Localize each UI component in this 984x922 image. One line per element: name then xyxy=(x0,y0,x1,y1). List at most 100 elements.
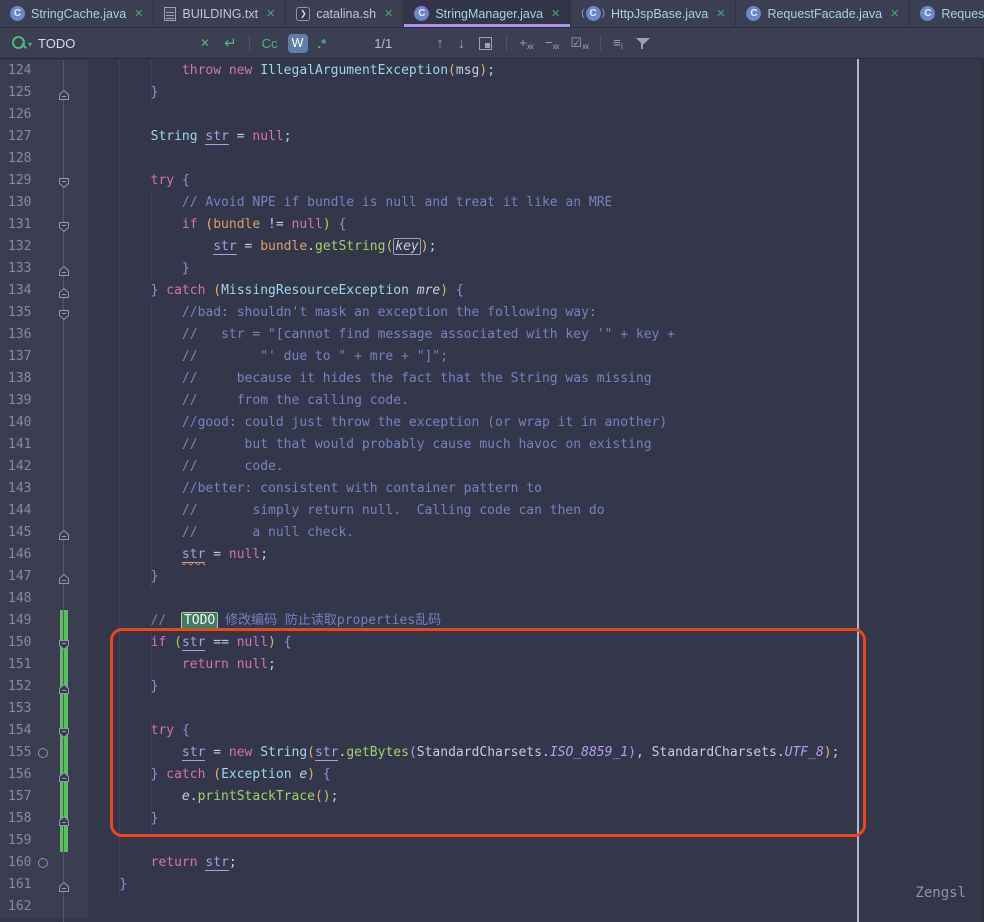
line-number[interactable]: 136 xyxy=(8,324,38,346)
line-number[interactable]: 133 xyxy=(8,258,38,280)
line-number[interactable]: 160 xyxy=(8,852,38,874)
code-text[interactable]: str = bundle.getString(key); xyxy=(88,236,984,258)
search-field[interactable]: ▾ TODO xyxy=(0,35,200,51)
gutter[interactable]: 147 xyxy=(0,566,88,588)
code-line[interactable]: 144 // simply return null. Calling code … xyxy=(0,500,984,522)
code-line[interactable]: 146 str = null; xyxy=(0,544,984,566)
code-line[interactable]: 126 xyxy=(0,104,984,126)
previous-occurrence-icon[interactable]: ↑ xyxy=(436,35,444,52)
fold-down-icon[interactable] xyxy=(58,219,70,231)
remove-occurrence-icon[interactable]: −xx xyxy=(545,35,559,51)
regex-toggle[interactable]: .* xyxy=(318,36,327,51)
gutter[interactable]: 152 xyxy=(0,676,88,698)
gutter[interactable]: 145 xyxy=(0,522,88,544)
gutter[interactable]: 125 xyxy=(0,82,88,104)
code-line[interactable]: 147 } xyxy=(0,566,984,588)
line-number[interactable]: 149 xyxy=(8,610,38,632)
code-text[interactable]: return str; xyxy=(88,852,984,874)
line-number[interactable]: 140 xyxy=(8,412,38,434)
gutter[interactable]: 158 xyxy=(0,808,88,830)
close-icon[interactable]: ✕ xyxy=(551,7,560,20)
code-line[interactable]: 127 String str = null; xyxy=(0,126,984,148)
line-number[interactable]: 127 xyxy=(8,126,38,148)
close-icon[interactable]: ✕ xyxy=(384,7,393,20)
code-line[interactable]: 145 // a null check. xyxy=(0,522,984,544)
code-line[interactable]: 125 } xyxy=(0,82,984,104)
gutter[interactable]: 130 xyxy=(0,192,88,214)
gutter[interactable]: 157 xyxy=(0,786,88,808)
code-line[interactable]: 136 // str = "[cannot find message assoc… xyxy=(0,324,984,346)
code-text[interactable] xyxy=(88,588,984,610)
line-number[interactable]: 156 xyxy=(8,764,38,786)
tab-request[interactable]: C Request.java ✕ xyxy=(910,0,984,27)
gutter[interactable]: 151 xyxy=(0,654,88,676)
line-number[interactable]: 161 xyxy=(8,874,38,896)
line-number[interactable]: 154 xyxy=(8,720,38,742)
gutter[interactable]: 153 xyxy=(0,698,88,720)
line-number[interactable]: 146 xyxy=(8,544,38,566)
line-number[interactable]: 126 xyxy=(8,104,38,126)
close-icon[interactable]: ✕ xyxy=(134,7,143,20)
code-line[interactable]: 134 } catch (MissingResourceException mr… xyxy=(0,280,984,302)
code-text[interactable]: try { xyxy=(88,170,984,192)
code-text[interactable]: // simply return null. Calling code can … xyxy=(88,500,984,522)
gutter[interactable]: 129 xyxy=(0,170,88,192)
search-icon[interactable]: ▾ xyxy=(12,35,30,51)
code-line[interactable]: 143 //better: consistent with container … xyxy=(0,478,984,500)
code-line[interactable]: 160 return str; xyxy=(0,852,984,874)
gutter[interactable]: 144 xyxy=(0,500,88,522)
code-text[interactable]: //good: could just throw the exception (… xyxy=(88,412,984,434)
newline-icon[interactable]: ↵ xyxy=(224,34,237,52)
line-number[interactable]: 145 xyxy=(8,522,38,544)
gutter[interactable]: 133 xyxy=(0,258,88,280)
add-occurrence-icon[interactable]: +xx xyxy=(519,35,533,51)
line-number[interactable]: 135 xyxy=(8,302,38,324)
code-line[interactable]: 133 } xyxy=(0,258,984,280)
code-text[interactable]: } xyxy=(88,258,984,280)
gutter[interactable]: 149 xyxy=(0,610,88,632)
code-text[interactable]: // but that would probably cause much ha… xyxy=(88,434,984,456)
gutter[interactable]: 124 xyxy=(0,60,88,82)
gutter[interactable]: 155 xyxy=(0,742,88,764)
whole-words-toggle-active[interactable]: W xyxy=(288,34,308,53)
line-number[interactable]: 134 xyxy=(8,280,38,302)
code-text[interactable]: // from the calling code. xyxy=(88,390,984,412)
gutter[interactable]: 138 xyxy=(0,368,88,390)
code-text[interactable]: } catch (MissingResourceException mre) { xyxy=(88,280,984,302)
line-number[interactable]: 158 xyxy=(8,808,38,830)
fold-down-icon[interactable] xyxy=(58,307,70,319)
code-text[interactable]: str = null; xyxy=(88,544,984,566)
code-editor[interactable]: 124 throw new IllegalArgumentException(m… xyxy=(0,59,984,922)
line-number[interactable]: 139 xyxy=(8,390,38,412)
line-number[interactable]: 137 xyxy=(8,346,38,368)
line-number[interactable]: 142 xyxy=(8,456,38,478)
code-text[interactable]: String str = null; xyxy=(88,126,984,148)
gutter[interactable]: 162 xyxy=(0,896,88,918)
code-line[interactable]: 139 // from the calling code. xyxy=(0,390,984,412)
fold-up-icon[interactable] xyxy=(58,571,70,583)
code-text[interactable]: // because it hides the fact that the St… xyxy=(88,368,984,390)
line-number[interactable]: 159 xyxy=(8,830,38,852)
gutter[interactable]: 139 xyxy=(0,390,88,412)
tab-stringmanager-active[interactable]: C StringManager.java ✕ xyxy=(404,0,571,27)
close-icon[interactable]: ✕ xyxy=(890,7,899,20)
gutter[interactable]: 136 xyxy=(0,324,88,346)
line-number[interactable]: 153 xyxy=(8,698,38,720)
line-number[interactable]: 147 xyxy=(8,566,38,588)
code-text[interactable]: //bad: shouldn't mask an exception the f… xyxy=(88,302,984,324)
tab-stringcache[interactable]: C StringCache.java ✕ xyxy=(0,0,154,27)
code-line[interactable]: 140 //good: could just throw the excepti… xyxy=(0,412,984,434)
gutter[interactable]: 137 xyxy=(0,346,88,368)
code-line[interactable]: 130 // Avoid NPE if bundle is null and t… xyxy=(0,192,984,214)
code-text[interactable]: // code. xyxy=(88,456,984,478)
gutter[interactable]: 148 xyxy=(0,588,88,610)
code-line[interactable]: 135 //bad: shouldn't mask an exception t… xyxy=(0,302,984,324)
code-line[interactable]: 131 if (bundle != null) { xyxy=(0,214,984,236)
line-number[interactable]: 130 xyxy=(8,192,38,214)
line-number[interactable]: 129 xyxy=(8,170,38,192)
gutter[interactable]: 146 xyxy=(0,544,88,566)
tab-catalina-sh[interactable]: ❯ catalina.sh ✕ xyxy=(286,0,404,27)
line-number[interactable]: 162 xyxy=(8,896,38,918)
fold-up-icon[interactable] xyxy=(58,681,70,693)
line-number[interactable]: 155 xyxy=(8,742,38,764)
